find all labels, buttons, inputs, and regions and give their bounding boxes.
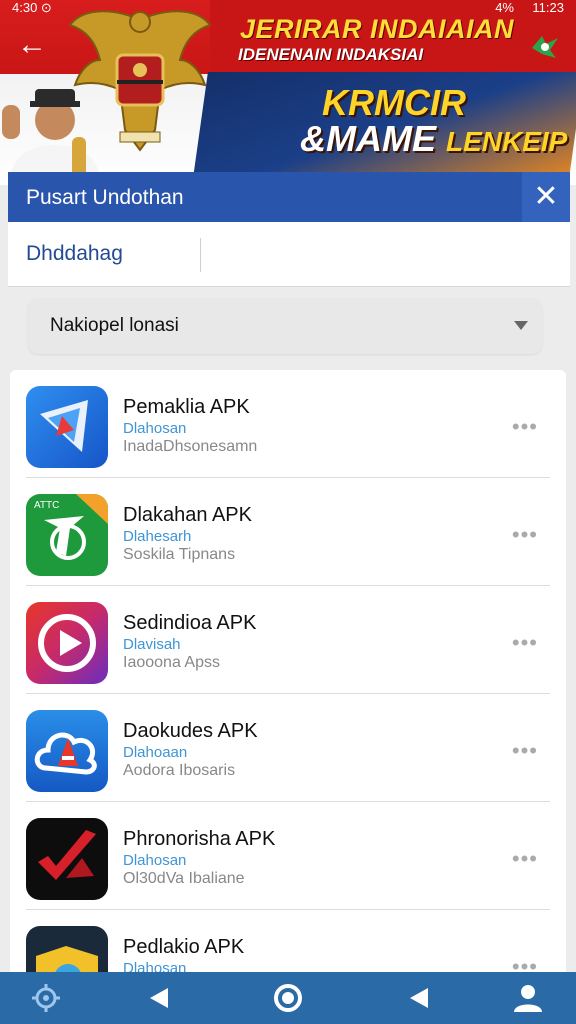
- more-options-icon[interactable]: •••: [512, 846, 538, 872]
- app-name: Dlakahan APK: [123, 504, 252, 526]
- app-status: Dlavisah: [123, 636, 181, 653]
- back-triangle-icon[interactable]: [138, 980, 178, 1016]
- app-category: Soskila Tipnans: [123, 546, 236, 563]
- more-options-icon[interactable]: •••: [512, 414, 538, 440]
- banner-subtitle: IDENENAIN INDAKSIAI: [238, 45, 424, 64]
- home-circle-icon[interactable]: [268, 980, 308, 1016]
- dialog-header: Pusart Undothan ✕: [8, 172, 570, 222]
- red-check-icon: [26, 818, 108, 900]
- more-options-icon[interactable]: •••: [512, 738, 538, 764]
- app-name: Daokudes APK: [123, 720, 258, 742]
- more-options-icon[interactable]: •••: [512, 630, 538, 656]
- profile-icon[interactable]: [508, 980, 548, 1016]
- app-name: Pemaklia APK: [123, 396, 250, 418]
- green-badge-icon: ATTC: [26, 494, 108, 576]
- chevron-down-icon: [514, 321, 528, 330]
- settings-icon[interactable]: [26, 980, 66, 1016]
- dropdown-label: Nakiopel lonasi: [50, 315, 179, 336]
- battery-percent: 4%: [495, 0, 514, 15]
- app-category: InadaDhsonesamn: [123, 438, 258, 455]
- dialog-title: Pusart Undothan: [26, 186, 184, 209]
- app-category: Iaooona Apss: [123, 654, 220, 671]
- app-status: Dlahoaan: [123, 744, 188, 761]
- list-item[interactable]: Daokudes APK Dlahoaan Aodora Ibosaris ••…: [10, 694, 566, 802]
- search-input[interactable]: Dhddahag: [8, 222, 570, 287]
- input-divider: [200, 238, 201, 272]
- promo-banner[interactable]: 4:30 ⊙ 4% 11:23 ← JERIRAR INDAIAIAN IDEN…: [0, 0, 576, 185]
- navigation-bar: [0, 972, 576, 1024]
- close-icon[interactable]: ✕: [522, 172, 570, 222]
- app-status: Dlahosan: [123, 420, 187, 437]
- person-image: [2, 89, 100, 185]
- status-left: 4:30 ⊙: [12, 0, 52, 15]
- play-circle-icon: [26, 602, 108, 684]
- app-status: Dlahosan: [123, 852, 187, 869]
- banner-promo-line2: &MAME LENKEIP: [300, 118, 567, 160]
- brand-logo-icon: [532, 36, 558, 58]
- category-dropdown[interactable]: Nakiopel lonasi: [28, 298, 542, 354]
- cloud-a-icon: [26, 710, 108, 792]
- app-list: Pemaklia APK Dlahosan InadaDhsonesamn ••…: [10, 370, 566, 980]
- list-item[interactable]: Phronorisha APK Dlahosan Ol30dVa Ibalian…: [10, 802, 566, 910]
- recents-triangle-icon[interactable]: [398, 980, 438, 1016]
- svg-text:ATTC: ATTC: [34, 500, 59, 511]
- more-options-icon[interactable]: •••: [512, 522, 538, 548]
- app-name: Pedlakio APK: [123, 936, 245, 958]
- search-value: Dhddahag: [26, 242, 123, 265]
- kite-icon: [26, 386, 108, 468]
- status-time: 11:23: [532, 0, 564, 15]
- list-item[interactable]: Sedindioa APK Dlavisah Iaooona Apss •••: [10, 586, 566, 694]
- app-status: Dlahesarh: [123, 528, 192, 545]
- banner-promo-word-b: LENKEIP: [446, 126, 568, 157]
- app-name: Sedindioa APK: [123, 612, 257, 634]
- app-category: Ol30dVa Ibaliane: [123, 870, 245, 887]
- banner-title: JERIRAR INDAIAIAN: [240, 14, 515, 44]
- back-arrow-icon[interactable]: ←: [16, 30, 48, 62]
- list-item[interactable]: Pedlakio APK Dlahosan •••: [10, 910, 566, 980]
- app-name: Phronorisha APK: [123, 828, 276, 850]
- banner-promo-word-a: &MAME: [300, 118, 436, 159]
- app-category: Aodora Ibosaris: [123, 762, 236, 779]
- list-item[interactable]: ATTC Dlakahan APK Dlahesarh Soskila Tipn…: [10, 478, 566, 586]
- list-item[interactable]: Pemaklia APK Dlahosan InadaDhsonesamn ••…: [10, 370, 566, 478]
